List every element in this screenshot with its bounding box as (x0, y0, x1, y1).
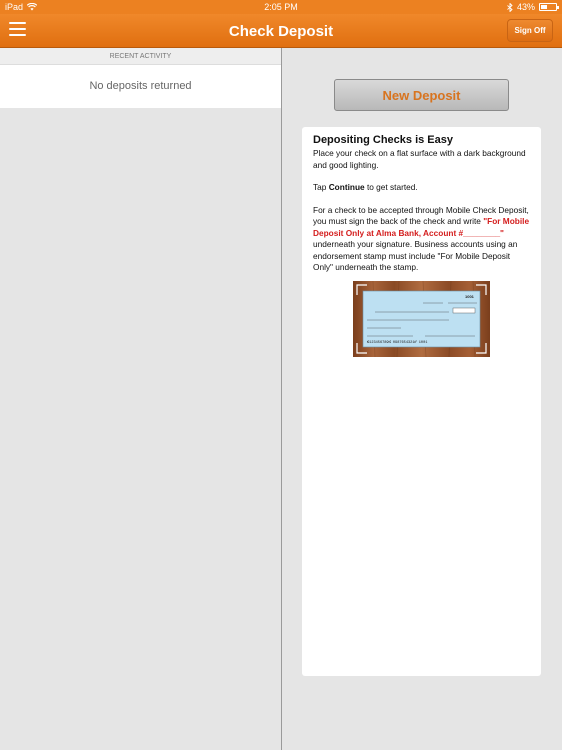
battery-level (541, 5, 548, 9)
check-micr-line: ⑆123456789⑆ 0987654321⑈ 1001 (367, 340, 427, 345)
check-illustration: 1001 ⑆123456789⑆ 0987654321⑈ 1001 (353, 280, 490, 357)
new-deposit-button[interactable]: New Deposit (334, 79, 509, 111)
battery-percent: 43% (516, 2, 535, 12)
instructions-paragraph-placement: Place your check on a flat surface with … (313, 148, 526, 170)
nav-bar: Check Deposit Sign Off (0, 14, 562, 48)
check-illustration-wrap: 1001 ⑆123456789⑆ 0987654321⑈ 1001 (313, 280, 530, 357)
empty-state-message: No deposits returned (0, 65, 281, 108)
recent-activity-header: RECENT ACTIVITY (0, 48, 281, 65)
bluetooth-icon (507, 2, 513, 12)
instructions-paragraph-endorsement: For a check to be accepted through Mobil… (313, 204, 530, 273)
continue-keyword: Continue (328, 182, 365, 192)
instructions-title: Depositing Checks is Easy (313, 134, 453, 146)
page-title: Check Deposit (228, 23, 334, 40)
status-bar: iPad 2:05 PM 43% (0, 0, 562, 14)
sign-off-button[interactable]: Sign Off (507, 19, 553, 42)
instructions-paragraph-continue: Tap Continue to get started. (313, 182, 418, 192)
instructions-card: Depositing Checks is Easy Place your che… (302, 127, 541, 676)
clock: 2:05 PM (264, 2, 298, 12)
battery-icon (539, 3, 559, 11)
recent-activity-pane: RECENT ACTIVITY No deposits returned (0, 48, 281, 750)
check-number: 1001 (465, 294, 475, 299)
deposit-pane: New Deposit Depositing Checks is Easy Pl… (282, 48, 562, 750)
